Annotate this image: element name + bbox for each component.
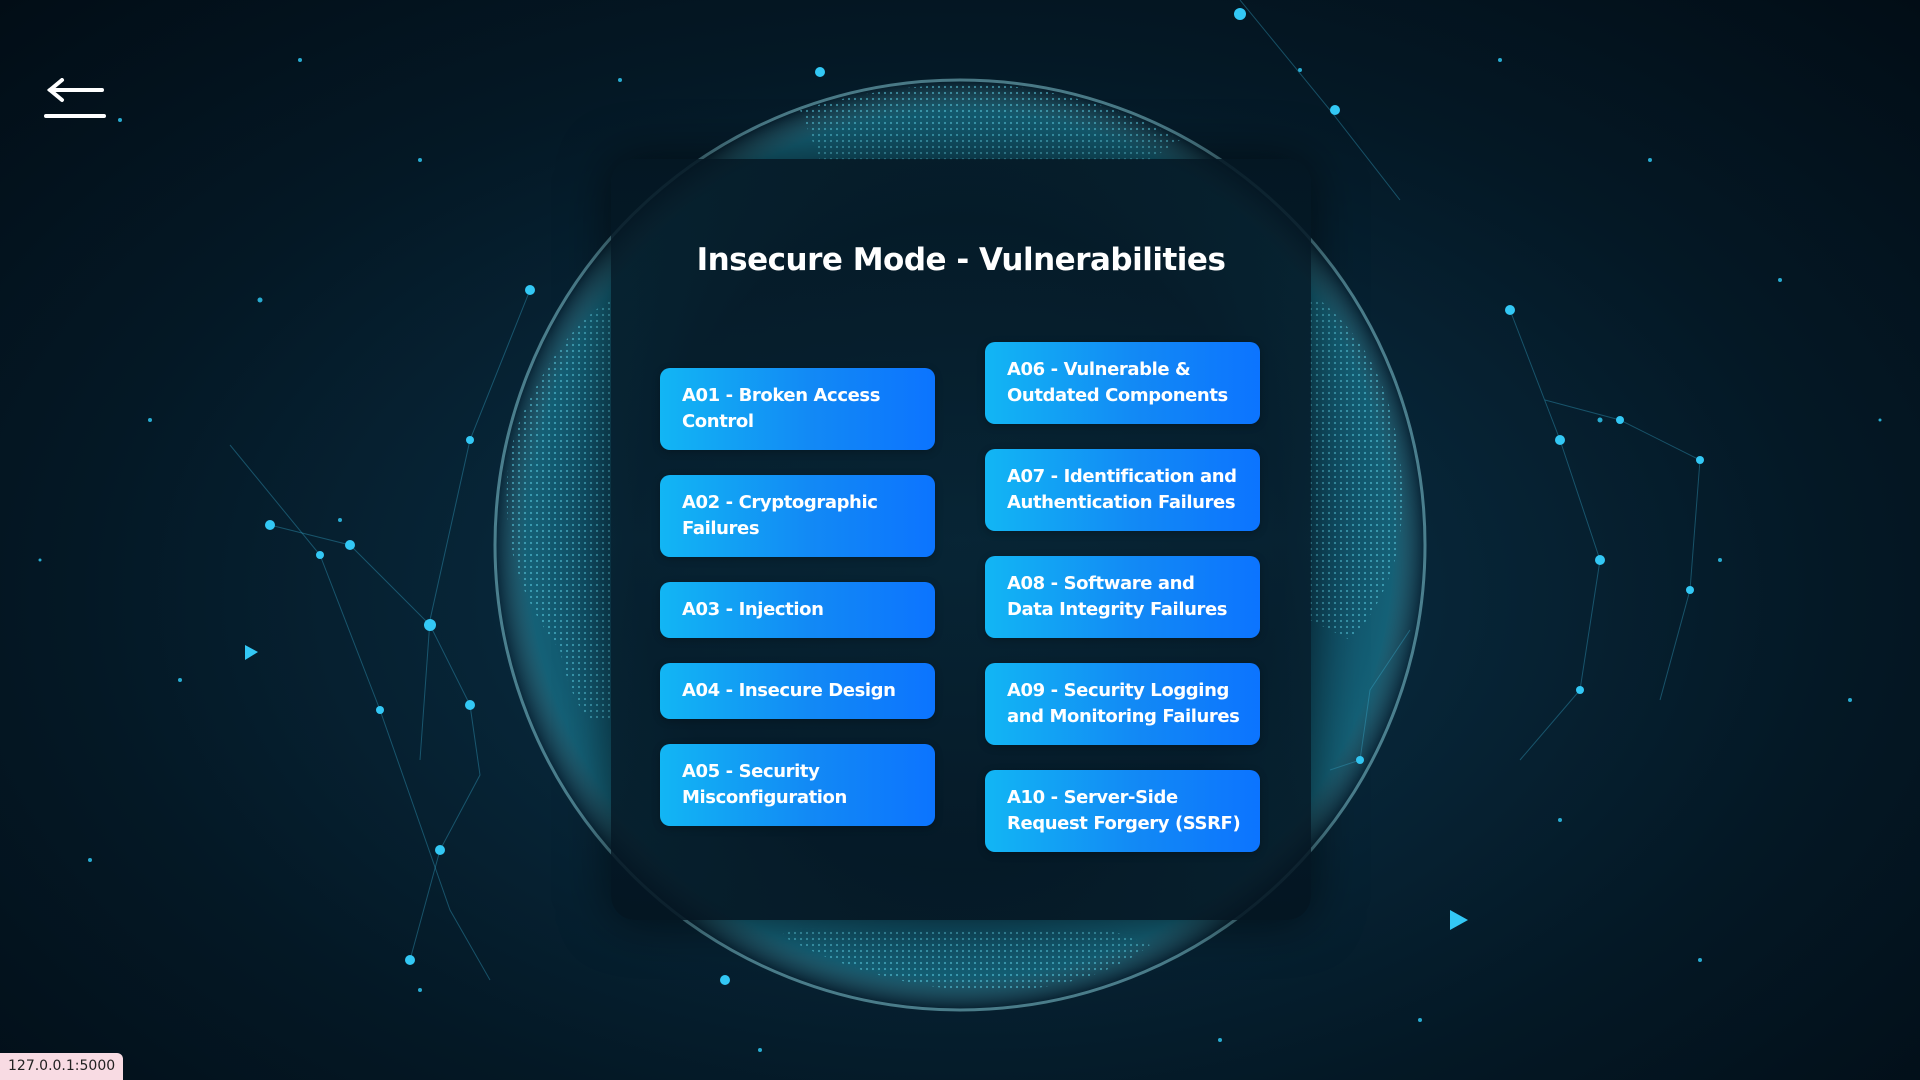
vuln-button-a08[interactable]: A08 - Software and Data Integrity Failur… (985, 556, 1260, 638)
vuln-button-a01[interactable]: A01 - Broken Access Control (660, 368, 935, 450)
vulnerabilities-panel: Insecure Mode - Vulnerabilities A01 - Br… (611, 159, 1311, 920)
back-button[interactable] (44, 78, 106, 122)
vuln-button-a02[interactable]: A02 - Cryptographic Failures (660, 475, 935, 557)
vuln-button-a10[interactable]: A10 - Server-Side Request Forgery (SSRF) (985, 770, 1260, 852)
vuln-button-a09[interactable]: A09 - Security Logging and Monitoring Fa… (985, 663, 1260, 745)
page-title: Insecure Mode - Vulnerabilities (696, 242, 1226, 278)
vuln-button-a06[interactable]: A06 - Vulnerable & Outdated Components (985, 342, 1260, 424)
arrow-left-icon (44, 78, 106, 118)
vuln-button-a03[interactable]: A03 - Injection (660, 582, 935, 638)
vuln-button-a04[interactable]: A04 - Insecure Design (660, 663, 935, 719)
vuln-button-a05[interactable]: A05 - Security Misconfiguration (660, 744, 935, 826)
vuln-button-a07[interactable]: A07 - Identification and Authentication … (985, 449, 1260, 531)
status-bar-url: 127.0.0.1:5000 (0, 1053, 124, 1080)
